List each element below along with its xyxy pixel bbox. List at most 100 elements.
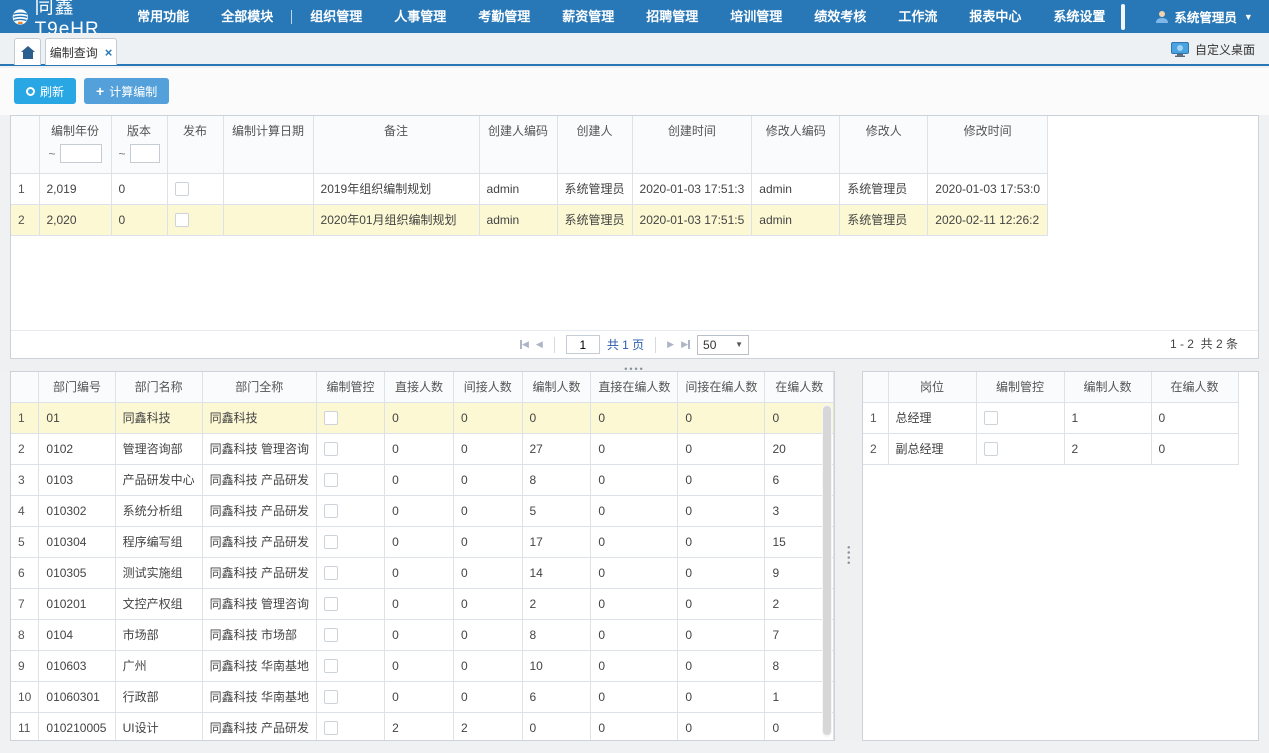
nav-item-payroll[interactable]: 薪资管理 (546, 0, 630, 33)
row-checkbox[interactable] (175, 182, 189, 196)
row-checkbox[interactable] (324, 535, 338, 549)
horizontal-splitter[interactable]: •••• (0, 359, 1269, 371)
tab-home[interactable] (14, 38, 41, 65)
row-checkbox[interactable] (324, 442, 338, 456)
table-row[interactable]: 7010201文控产权组同鑫科技 管理咨询002002 (11, 588, 834, 619)
table-cell: 系统管理员 (557, 173, 632, 204)
col-header-onboard-count[interactable]: 在编人数 (765, 372, 834, 402)
table-row[interactable]: 80104市场部同鑫科技 市场部008007 (11, 619, 834, 650)
page-number-input[interactable] (566, 335, 600, 354)
col-header-bianzhi-count[interactable]: 编制人数 (522, 372, 591, 402)
splitter-handle[interactable]: •••• (843, 546, 853, 567)
row-checkbox[interactable] (324, 721, 338, 735)
col-header-dept-name[interactable]: 部门名称 (115, 372, 202, 402)
row-checkbox[interactable] (324, 659, 338, 673)
nav-item-recruit[interactable]: 招聘管理 (630, 0, 714, 33)
page-size-select[interactable]: 50 ▼ (697, 335, 749, 355)
col-header-onboard-count[interactable]: 在编人数 (1151, 372, 1238, 402)
col-header-bianzhi-count[interactable]: 编制人数 (1064, 372, 1151, 402)
col-header-remark[interactable]: 备注 (313, 116, 479, 173)
row-checkbox[interactable] (175, 213, 189, 227)
table-cell: 同鑫科技 产品研发 (202, 464, 316, 495)
table-cell: 0 (385, 681, 454, 712)
table-row[interactable]: 5010304程序编写组同鑫科技 产品研发00170015 (11, 526, 834, 557)
nav-separator (291, 10, 292, 24)
table-cell: 测试实施组 (115, 557, 202, 588)
table-row[interactable]: 30103产品研发中心同鑫科技 产品研发008006 (11, 464, 834, 495)
nav-item-reports[interactable]: 报表中心 (953, 0, 1037, 33)
col-header-dept-fullname[interactable]: 部门全称 (202, 372, 316, 402)
prev-page-button[interactable]: ◀ (536, 339, 543, 350)
col-header-version[interactable]: 版本 ~ (111, 116, 167, 173)
row-checkbox[interactable] (324, 628, 338, 642)
col-header-publish[interactable]: 发布 (167, 116, 223, 173)
col-header-direct-count[interactable]: 直接人数 (385, 372, 454, 402)
table-cell: 0 (522, 402, 591, 433)
table-cell: 广州 (115, 650, 202, 681)
last-page-button[interactable]: ▶ (681, 339, 690, 350)
calc-bianzhi-button[interactable]: + 计算编制 (84, 78, 169, 104)
user-menu[interactable]: 系统管理员 ▼ (1145, 7, 1262, 26)
calc-label: 计算编制 (109, 83, 157, 100)
table-row[interactable]: 9010603广州同鑫科技 华南基地0010008 (11, 650, 834, 681)
refresh-button[interactable]: 刷新 (14, 78, 76, 104)
col-header-modifier[interactable]: 修改人 (840, 116, 928, 173)
col-header-bianzhi-control[interactable]: 编制管控 (316, 372, 384, 402)
col-header-indirect-count[interactable]: 间接人数 (454, 372, 523, 402)
tab-bianzhi-query[interactable]: 编制查询 × (45, 38, 117, 65)
row-checkbox[interactable] (324, 411, 338, 425)
col-header-create-time[interactable]: 创建时间 (632, 116, 752, 173)
version-filter-input[interactable] (130, 144, 160, 163)
nav-item-workflow[interactable]: 工作流 (882, 0, 953, 33)
col-header-creator[interactable]: 创建人 (557, 116, 632, 173)
row-checkbox[interactable] (324, 597, 338, 611)
table-row[interactable]: 20102管理咨询部同鑫科技 管理咨询00270020 (11, 433, 834, 464)
table-cell: 同鑫科技 华南基地 (202, 650, 316, 681)
row-checkbox[interactable] (984, 411, 998, 425)
first-page-button[interactable]: ◀ (520, 339, 529, 350)
col-header-post[interactable]: 岗位 (888, 372, 976, 402)
col-header-indirect-onboard[interactable]: 间接在编人数 (678, 372, 765, 402)
nav-item-training[interactable]: 培训管理 (714, 0, 798, 33)
col-header-year[interactable]: 编制年份 ~ (39, 116, 111, 173)
row-checkbox[interactable] (324, 566, 338, 580)
col-header-direct-onboard[interactable]: 直接在编人数 (591, 372, 678, 402)
nav-item-all-modules[interactable]: 全部模块 (205, 0, 289, 33)
col-header-creator-code[interactable]: 创建人编码 (479, 116, 557, 173)
col-header-dept-code[interactable]: 部门编号 (39, 372, 115, 402)
row-checkbox[interactable] (324, 504, 338, 518)
department-table: 部门编号 部门名称 部门全称 编制管控 直接人数 间接人数 编制人数 直接在编人… (11, 372, 834, 741)
table-cell: 0 (454, 588, 523, 619)
row-checkbox[interactable] (324, 473, 338, 487)
row-checkbox[interactable] (324, 690, 338, 704)
scrollbar-thumb[interactable] (823, 406, 831, 735)
vertical-splitter[interactable]: •••• (835, 371, 862, 741)
nav-item-performance[interactable]: 绩效考核 (798, 0, 882, 33)
col-header-calc-date[interactable]: 编制计算日期 (223, 116, 313, 173)
nav-item-attendance[interactable]: 考勤管理 (462, 0, 546, 33)
row-checkbox[interactable] (984, 442, 998, 456)
table-row[interactable]: 101同鑫科技同鑫科技000000 (11, 402, 834, 433)
nav-item-settings[interactable]: 系统设置 (1037, 0, 1121, 33)
col-header-modifier-code[interactable]: 修改人编码 (752, 116, 840, 173)
close-icon[interactable]: × (105, 46, 113, 59)
table-row[interactable]: 11010210005UI设计同鑫科技 产品研发220000 (11, 712, 834, 741)
table-row[interactable]: 12,01902019年组织编制规划admin系统管理员2020-01-03 1… (11, 173, 1048, 204)
table-row[interactable]: 1001060301行政部同鑫科技 华南基地006001 (11, 681, 834, 712)
col-header-bianzhi-control[interactable]: 编制管控 (976, 372, 1064, 402)
table-row[interactable]: 4010302系统分析组同鑫科技 产品研发005003 (11, 495, 834, 526)
nav-divider (1121, 4, 1125, 30)
nav-item-hr[interactable]: 人事管理 (378, 0, 462, 33)
nav-item-common[interactable]: 常用功能 (121, 0, 205, 33)
table-row[interactable]: 6010305测试实施组同鑫科技 产品研发0014009 (11, 557, 834, 588)
table-row[interactable]: 22,02002020年01月组织编制规划admin系统管理员2020-01-0… (11, 204, 1048, 235)
nav-item-org[interactable]: 组织管理 (294, 0, 378, 33)
next-page-button[interactable]: ▶ (667, 339, 674, 350)
table-row[interactable]: 1总经理10 (863, 402, 1238, 433)
year-filter-input[interactable] (60, 144, 102, 163)
table-row[interactable]: 2副总经理20 (863, 433, 1238, 464)
table-cell: 0104 (39, 619, 115, 650)
row-number: 10 (11, 681, 39, 712)
col-header-modify-time[interactable]: 修改时间 (928, 116, 1048, 173)
custom-desktop-link[interactable]: 自定义桌面 (1171, 41, 1255, 58)
